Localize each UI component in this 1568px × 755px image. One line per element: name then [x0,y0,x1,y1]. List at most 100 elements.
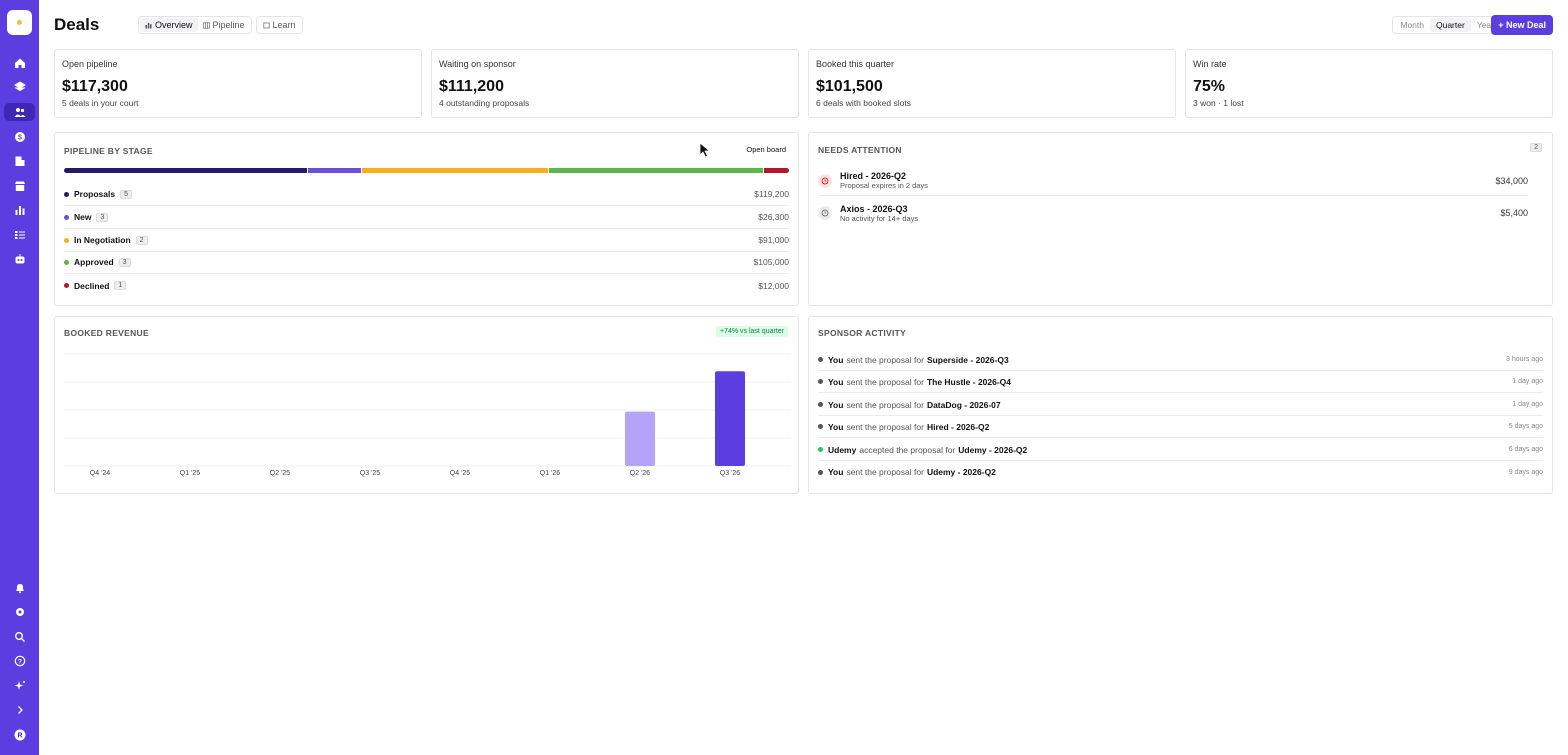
stage-count: 5 [120,189,133,199]
activity-time: 9 days ago [1508,468,1543,476]
activity-verb: sent the proposal for [846,467,924,477]
activity-deal: Udemy - 2026-Q2 [958,444,1028,455]
stat-card-waiting-on-sponsor[interactable]: Waiting on sponsor $111,200 4 outstandin… [431,49,799,118]
activity-item[interactable]: Udemy accepted the proposal for Udemy - … [818,439,1543,461]
activity-item[interactable]: You sent the proposal for Hired - 2026-Q… [818,416,1543,438]
store-icon[interactable] [4,177,35,195]
stage-dot [64,237,69,243]
stat-value: $101,500 [816,78,883,95]
activity-actor: You [828,421,844,432]
activity-time: 3 hours ago [1506,356,1543,363]
bar-chart-icon[interactable] [4,201,35,219]
x-tick-label: Q3 '25 [360,470,381,477]
activity-actor: You [828,354,844,365]
open-board-button[interactable]: Open board [746,145,786,154]
booked-revenue-card: BOOKED REVENUE +74% vs last quarter Q4 '… [54,316,799,494]
revenue-bar[interactable] [715,371,745,466]
attention-item[interactable]: Axios - 2026-Q3 No activity for 14+ days… [818,198,1528,228]
activity-actor: You [828,399,844,410]
bell-icon[interactable] [4,579,35,597]
activity-item[interactable]: You sent the proposal for Superside - 20… [818,349,1543,371]
activity-deal: Udemy - 2026-Q2 [926,467,996,477]
sidebar: $ ? R [0,0,39,755]
stat-card-win-rate[interactable]: Win rate 75% 3 won · 1 lost [1185,49,1553,118]
pipeline-segment-new [308,168,363,173]
attention-deal-name: Axios - 2026-Q3 [840,203,908,214]
pipeline-by-stage-card: PIPELINE BY STAGE Open board Proposals 5… [54,132,799,306]
x-tick-label: Q1 '26 [540,470,561,477]
stage-amount: $26,300 [758,212,789,222]
home-icon[interactable] [4,54,35,72]
tab-pipeline[interactable]: Pipeline [198,18,250,32]
settings-gear-icon[interactable] [4,603,35,621]
activity-verb: sent the proposal for [846,376,924,387]
activity-deal: The Hustle - 2026-Q4 [926,376,1012,387]
stage-amount: $91,000 [758,235,789,245]
user-avatar[interactable]: R [4,726,35,744]
bot-icon[interactable] [4,250,35,268]
tab-learn[interactable]: Learn [258,18,301,32]
stat-label: Waiting on sponsor [439,59,516,69]
stat-card-booked-this-quarter[interactable]: Booked this quarter $101,500 6 deals wit… [808,49,1176,118]
layers-icon[interactable] [4,78,35,96]
activity-time: 5 days ago [1508,423,1543,430]
activity-item[interactable]: You sent the proposal for Udemy - 2026-Q… [818,461,1543,483]
section-title: SPONSOR ACTIVITY [818,328,907,338]
stage-name: Approved [74,257,114,267]
attention-item[interactable]: Hired - 2026-Q2 Proposal expires in 2 da… [818,166,1528,196]
needs-attention-card: NEEDS ATTENTION 2 Hired - 2026-Q2 Propos… [808,132,1553,306]
history-icon [818,206,832,220]
activity-item[interactable]: You sent the proposal for The Hustle - 2… [818,371,1543,393]
chevron-right-icon[interactable] [4,701,35,719]
pipeline-segment-proposals [64,168,309,173]
svg-text:$: $ [18,135,22,142]
stage-row-proposals[interactable]: Proposals 5 $119,200 [64,183,789,206]
stage-count: 1 [114,281,127,290]
stage-dot [64,259,69,265]
stat-subtext: 5 deals in your court [62,98,139,108]
period-selector: Month Quarter Year [1392,16,1502,34]
stage-count: 3 [96,212,109,222]
page-title: Deals [54,15,100,34]
view-tab-group: Overview Pipeline [138,16,252,34]
activity-item[interactable]: You sent the proposal for DataDog - 2026… [818,394,1543,416]
stage-name: Proposals [74,189,116,199]
stat-value: 75% [1193,78,1226,95]
building-icon[interactable] [4,152,35,170]
tab-overview[interactable]: Overview [140,18,198,32]
x-tick-label: Q4 '24 [90,470,111,477]
mouse-cursor-icon [699,142,711,158]
stage-row-new[interactable]: New 3 $26,300 [64,206,789,229]
sparkles-icon[interactable] [4,677,35,695]
pipeline-segment-in-negotiation [362,168,550,173]
search-icon[interactable] [4,628,35,646]
period-quarter[interactable]: Quarter [1429,18,1471,32]
stage-row-in-negotiation[interactable]: In Negotiation 2 $91,000 [64,229,789,252]
tab-learn-label: Learn [272,20,296,30]
help-icon[interactable]: ? [4,652,35,670]
activity-time: 1 day ago [1512,401,1543,408]
growth-badge: +74% vs last quarter [715,326,788,337]
stat-subtext: 4 outstanding proposals [439,98,530,108]
chart-icon [145,22,152,28]
dollar-icon[interactable]: $ [4,128,35,146]
period-month[interactable]: Month [1394,18,1430,32]
attention-deal-name: Hired - 2026-Q2 [840,171,907,181]
stat-value: $117,300 [62,78,128,95]
deals-handshake-icon[interactable] [4,103,35,121]
checklist-icon[interactable] [4,226,35,244]
stat-card-open-pipeline[interactable]: Open pipeline $117,300 5 deals in your c… [54,49,422,118]
revenue-bar[interactable] [625,411,655,466]
activity-dot [818,469,823,475]
stage-count: 2 [135,235,148,245]
tab-overview-label: Overview [155,20,193,30]
stage-name: In Negotiation [74,235,131,245]
attention-reason: Proposal expires in 2 days [840,181,928,190]
app-logo[interactable] [7,10,32,35]
stage-row-declined[interactable]: Declined 1 $12,000 [64,274,789,297]
activity-time: 6 days ago [1508,446,1543,453]
stage-row-approved[interactable]: Approved 3 $105,000 [64,251,789,274]
learn-tab-group: Learn [255,16,303,34]
new-deal-button[interactable]: + New Deal [1491,15,1553,35]
stage-dot [64,191,69,197]
